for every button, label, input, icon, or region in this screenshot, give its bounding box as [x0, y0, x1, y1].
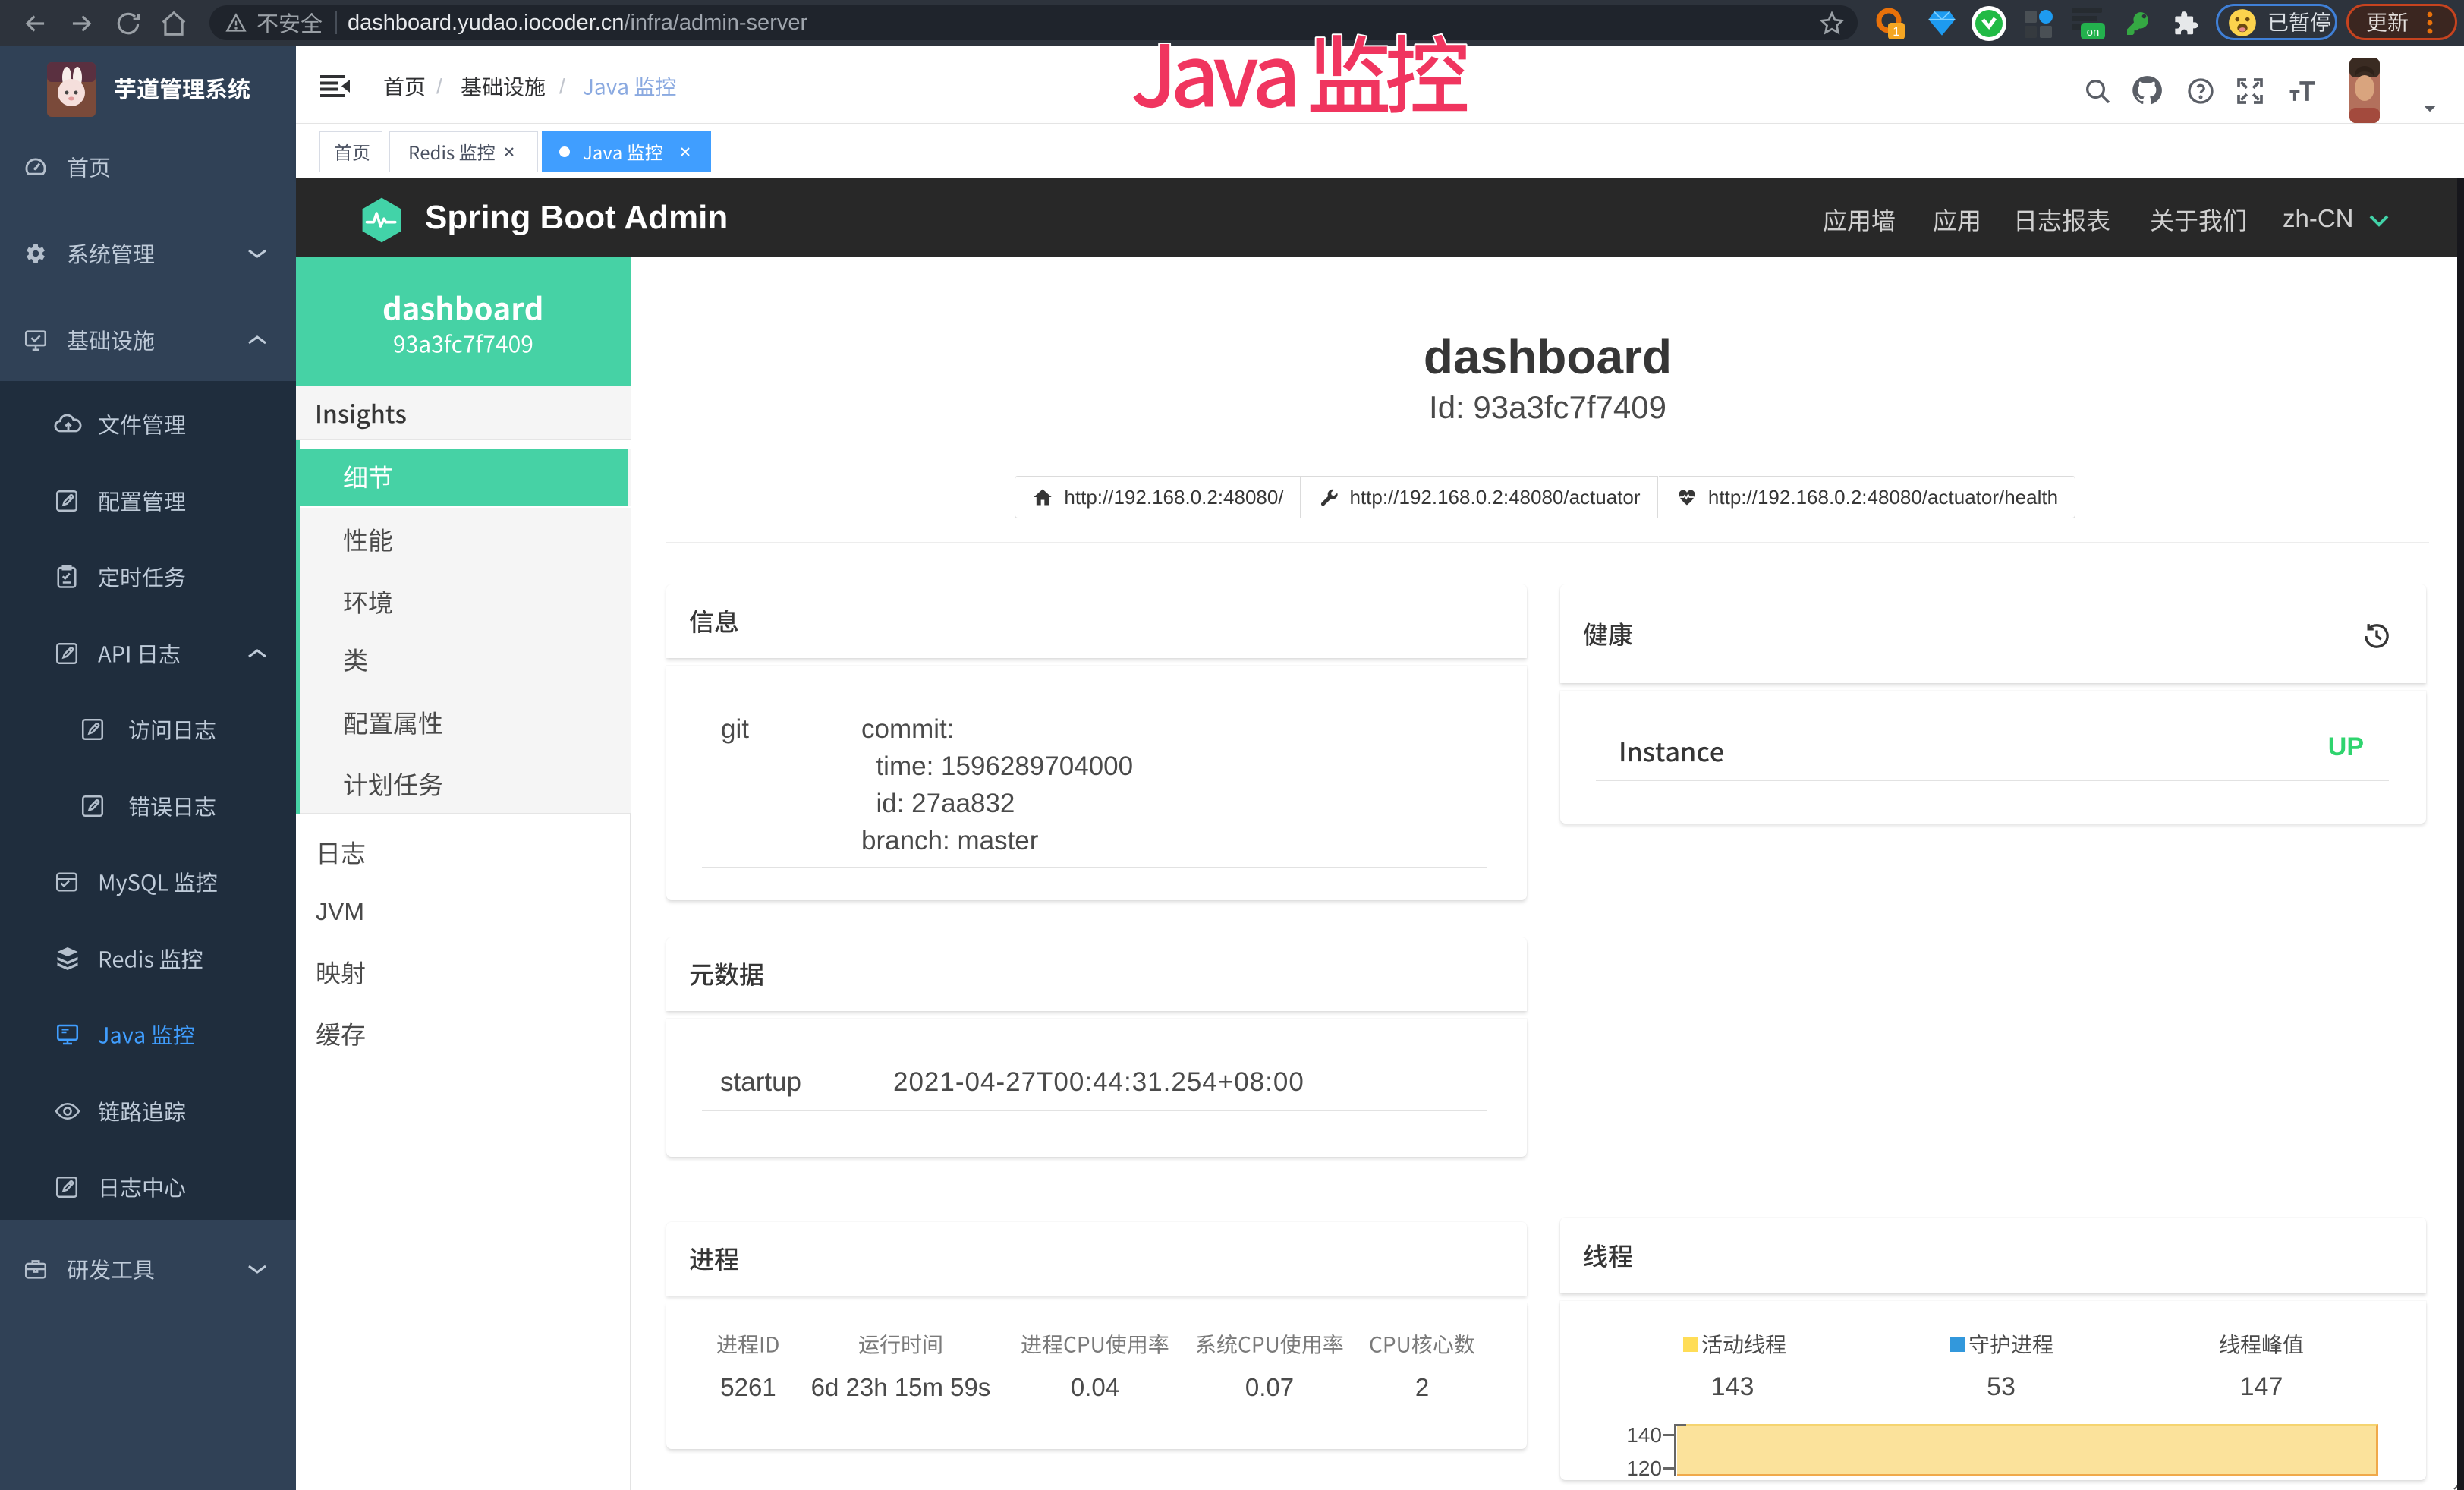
svg-text:on: on [2087, 26, 2100, 39]
svg-text:1: 1 [1893, 24, 1899, 39]
